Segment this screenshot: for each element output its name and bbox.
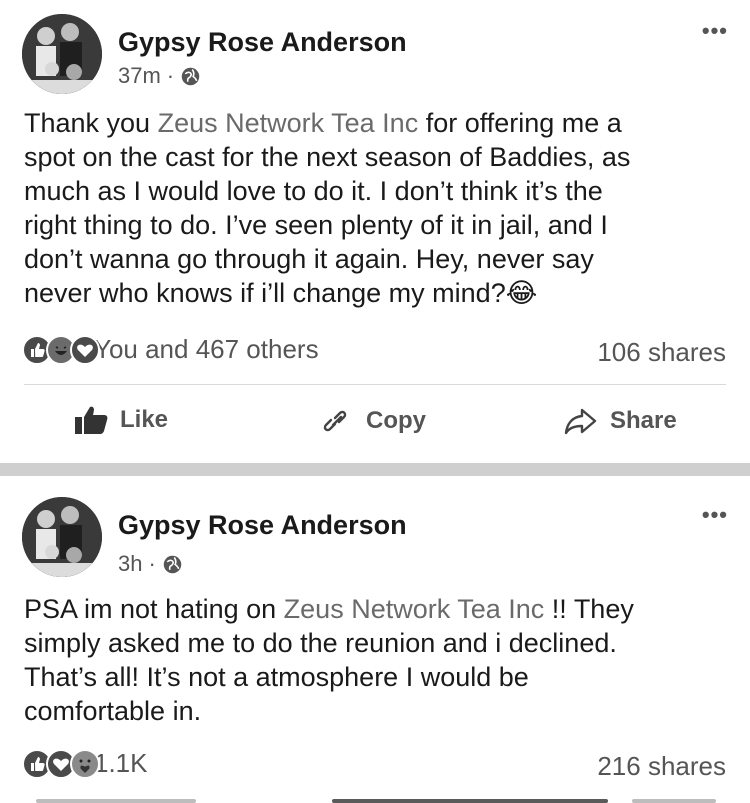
globe-icon	[163, 555, 182, 573]
share-button[interactable]: Share	[562, 405, 677, 437]
author-name[interactable]: Gypsy Rose Anderson	[118, 27, 407, 58]
copy-label: Copy	[366, 407, 426, 434]
share-arrow-icon	[564, 408, 597, 435]
shares-count[interactable]: 216 shares	[597, 751, 726, 782]
divider	[24, 384, 726, 385]
post-text-start: PSA im not hating on	[24, 594, 284, 624]
post-text-start: Thank you	[24, 108, 158, 138]
action-bar-edge	[36, 799, 196, 803]
meta-separator: ·	[148, 551, 156, 576]
reactions-count: 1.1K	[94, 748, 148, 778]
avatar[interactable]	[22, 497, 102, 577]
more-options-icon[interactable]: •••	[702, 18, 728, 44]
post-card: Gypsy Rose Anderson 3h · ••• PSA im not …	[0, 476, 750, 803]
post-card: Gypsy Rose Anderson 37m · ••• Thank you …	[0, 0, 750, 463]
reactions-count: You and 467 others	[94, 334, 319, 364]
action-bar-edge	[332, 799, 608, 803]
author-name[interactable]: Gypsy Rose Anderson	[118, 510, 407, 541]
post-time[interactable]: 3h	[118, 551, 142, 577]
mention-link[interactable]: Zeus Network Tea Inc	[158, 108, 419, 138]
globe-icon	[181, 67, 200, 85]
care-reaction-icon	[70, 748, 100, 779]
reactions-summary[interactable]: You and 467 others	[22, 334, 319, 365]
meta-separator: ·	[166, 63, 175, 88]
link-icon	[323, 410, 347, 432]
shares-count[interactable]: 106 shares	[597, 337, 726, 368]
post-text: Thank you Zeus Network Tea Inc for offer…	[24, 106, 724, 310]
action-bar-edge	[632, 799, 716, 803]
mention-link[interactable]: Zeus Network Tea Inc	[284, 594, 545, 624]
post-separator	[0, 463, 750, 476]
post-meta: 3h ·	[118, 551, 183, 577]
post-time[interactable]: 37m	[118, 63, 161, 89]
more-options-icon[interactable]: •••	[702, 502, 728, 528]
like-label: Like	[120, 406, 169, 433]
avatar[interactable]	[22, 14, 102, 94]
post-text-end: for offering me a spot on the cast for t…	[24, 108, 631, 308]
share-label: Share	[610, 407, 677, 434]
post-meta: 37m ·	[118, 63, 201, 89]
thumbs-up-icon	[75, 406, 108, 434]
post-text: PSA im not hating on Zeus Network Tea In…	[24, 592, 724, 728]
copy-link-button[interactable]: Copy	[318, 405, 426, 437]
like-button[interactable]: Like	[74, 405, 168, 435]
reactions-summary[interactable]: 1.1K	[22, 748, 148, 779]
love-reaction-icon	[70, 334, 100, 365]
